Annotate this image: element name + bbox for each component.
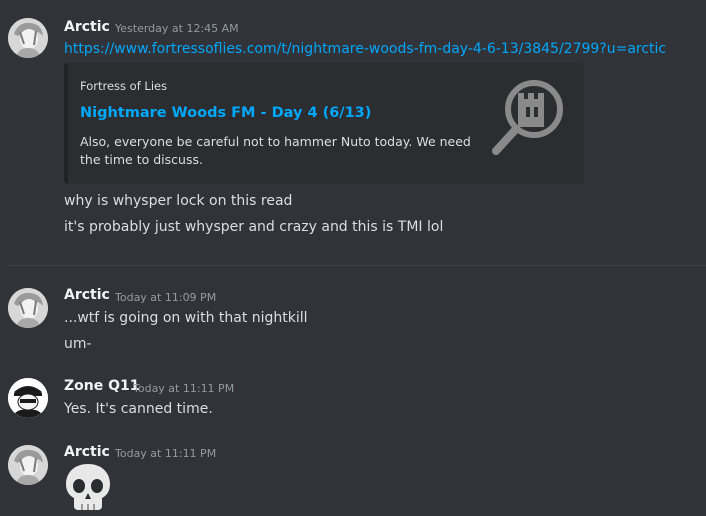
username[interactable]: Arctic xyxy=(64,287,110,303)
username[interactable]: Zone Q11 xyxy=(64,378,140,394)
timestamp[interactable]: Today at 11:11 PM xyxy=(133,382,234,395)
username[interactable]: Arctic xyxy=(64,19,110,35)
embed-provider[interactable]: Fortress of Lies xyxy=(80,79,167,93)
message-link[interactable]: https://www.fortressoflies.com/t/nightma… xyxy=(64,41,666,57)
message-line: why is whysper lock on this read xyxy=(64,193,293,209)
link-embed: Fortress of Lies Nightmare Woods FM - Da… xyxy=(64,63,584,184)
timestamp[interactable]: Yesterday at 12:45 AM xyxy=(115,22,239,35)
message-line: um- xyxy=(64,336,92,352)
fortress-magnifier-icon[interactable] xyxy=(488,79,568,159)
message-line: it's probably just whysper and crazy and… xyxy=(64,219,444,235)
message-line: ...wtf is going on with that nightkill xyxy=(64,310,308,326)
avatar-arctic[interactable] xyxy=(8,18,48,58)
skull-icon[interactable] xyxy=(64,462,112,512)
avatar-arctic[interactable] xyxy=(8,288,48,328)
timestamp[interactable]: Today at 11:09 PM xyxy=(115,291,216,304)
date-divider xyxy=(8,265,706,266)
avatar-arctic[interactable] xyxy=(8,445,48,485)
message-line: Yes. It's canned time. xyxy=(64,401,213,417)
avatar-zone-q11[interactable] xyxy=(8,378,48,418)
username[interactable]: Arctic xyxy=(64,444,110,460)
embed-title[interactable]: Nightmare Woods FM - Day 4 (6/13) xyxy=(80,105,371,121)
embed-description: Also, everyone be careful not to hammer … xyxy=(80,134,471,167)
timestamp[interactable]: Today at 11:11 PM xyxy=(115,447,216,460)
